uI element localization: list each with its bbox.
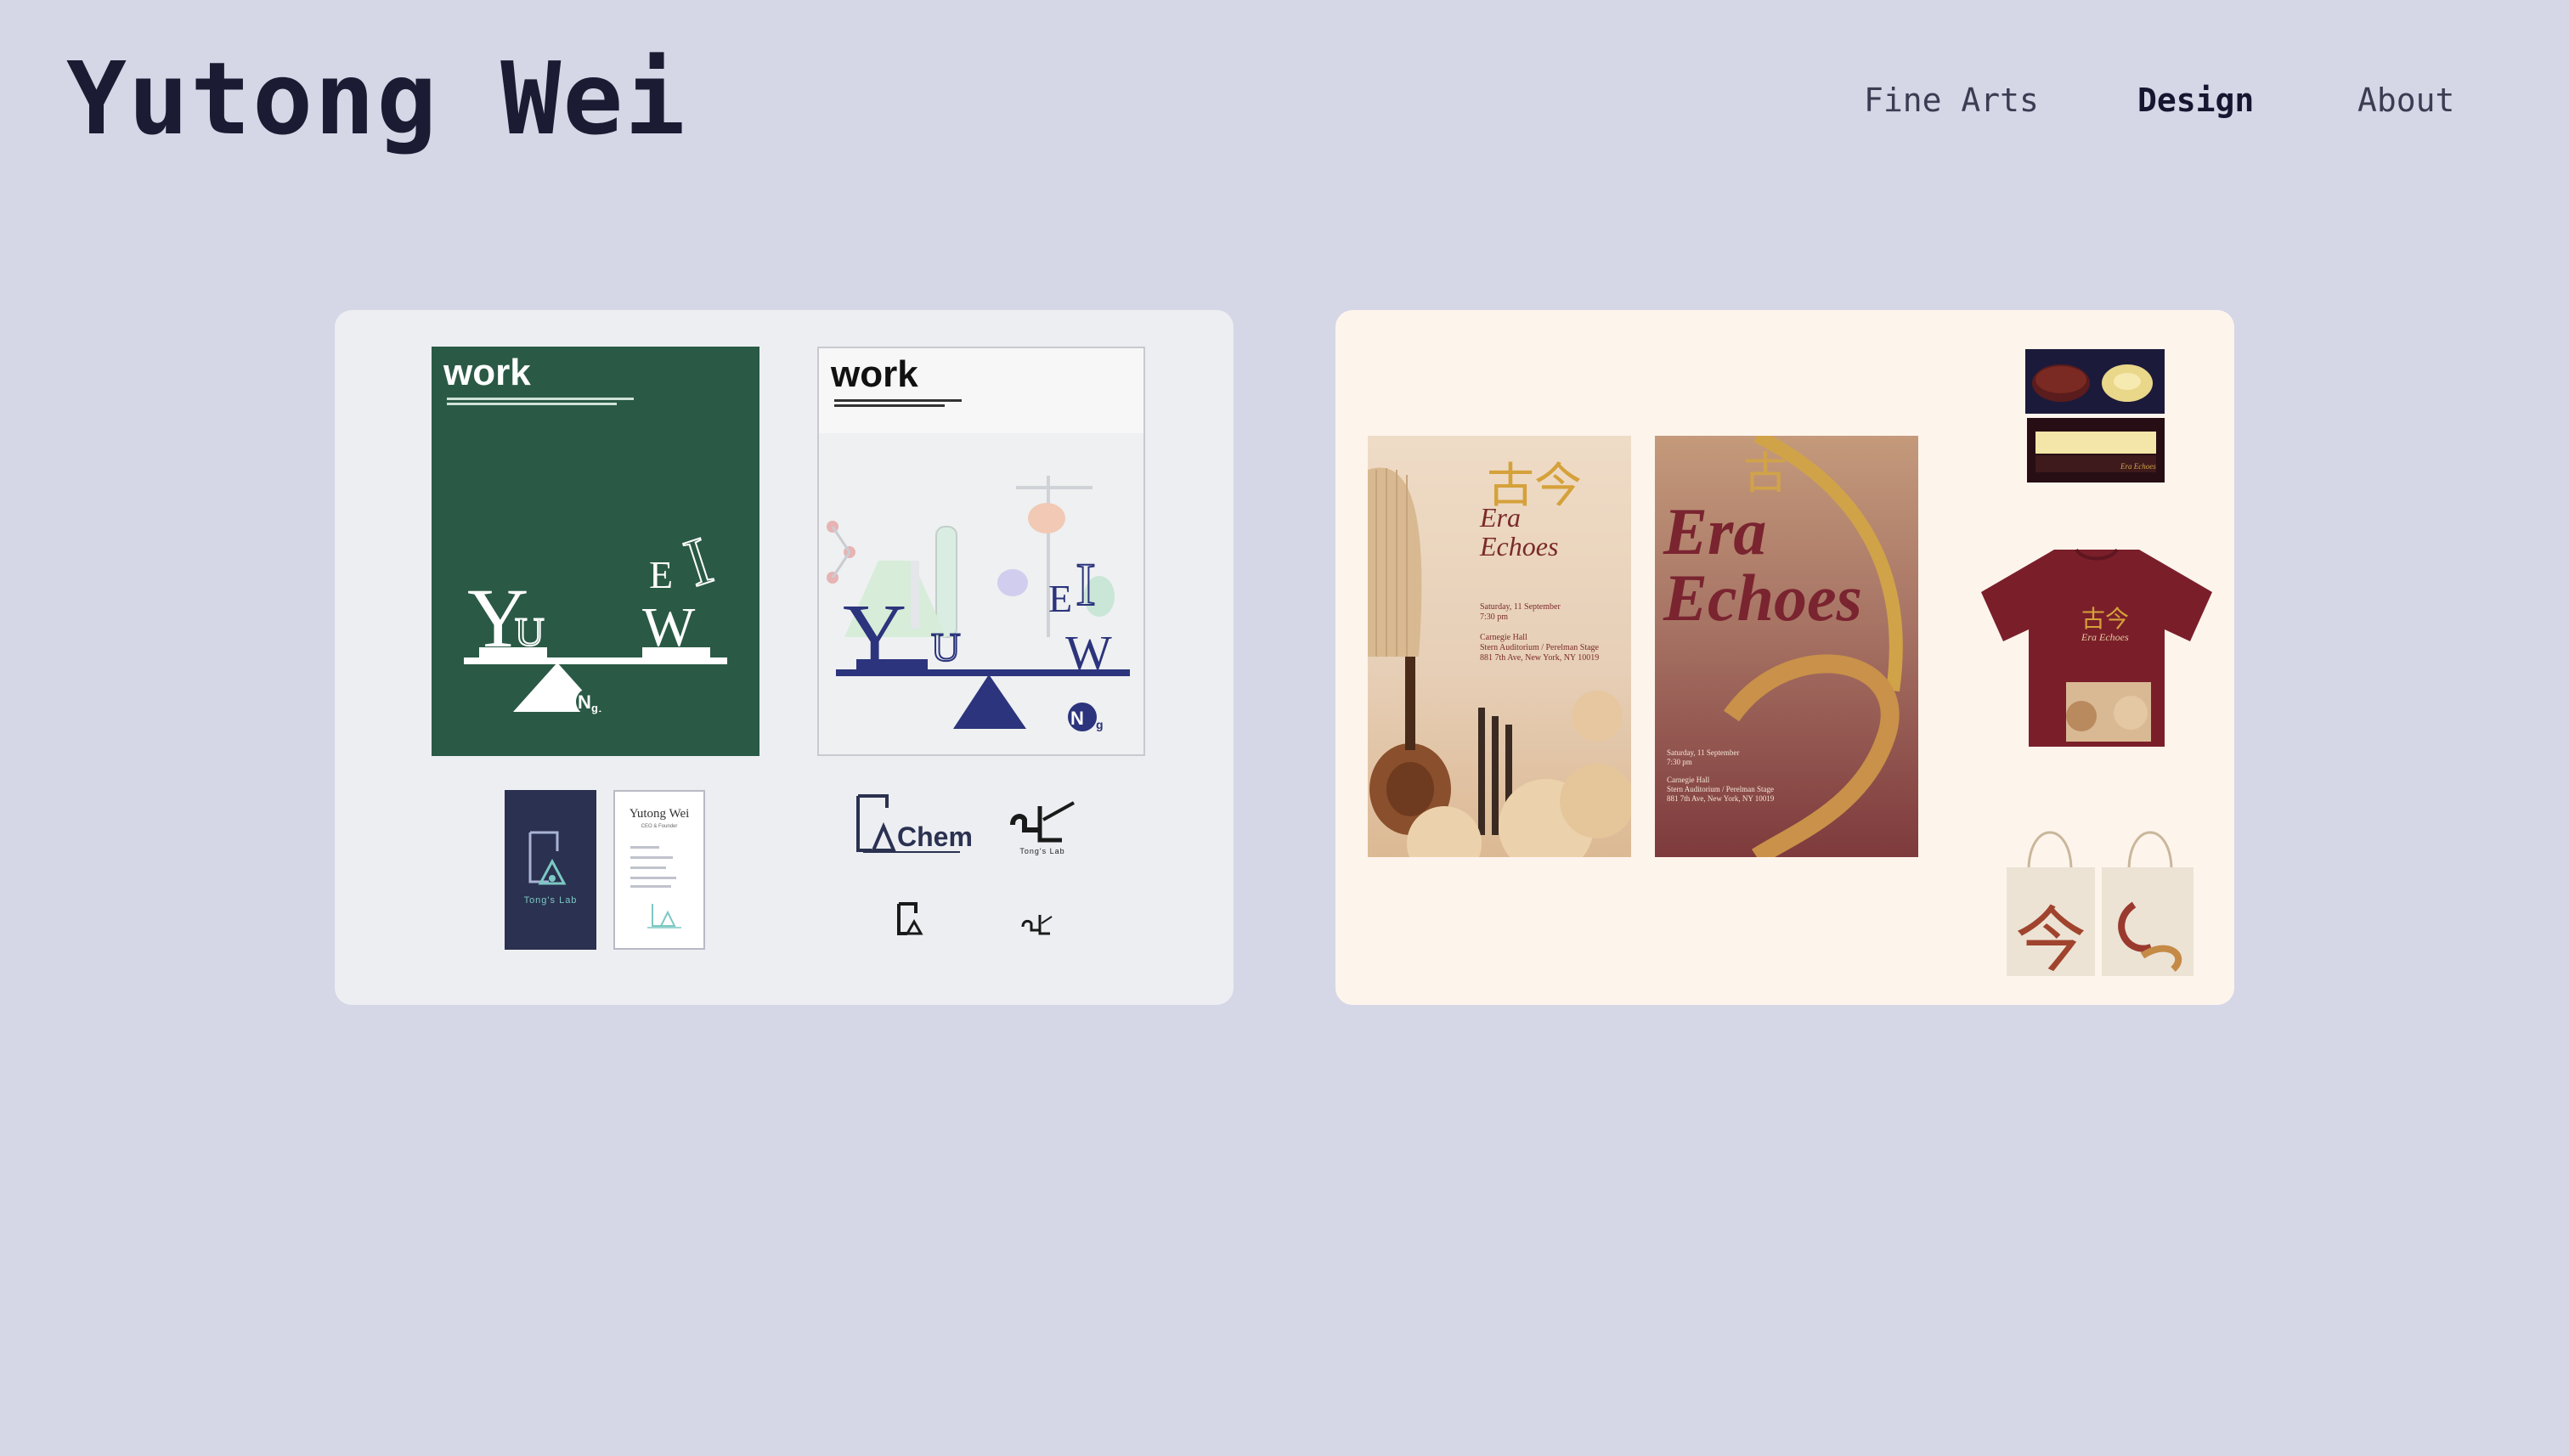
business-card-front[interactable]: Tong's Lab	[505, 790, 596, 950]
letter-e: E	[649, 553, 673, 596]
letter-w: W	[642, 596, 696, 658]
letter-i: I	[1076, 550, 1096, 618]
tote-glyph: 今	[2015, 899, 2087, 982]
poster-venue: Carnegie Hall	[1480, 633, 1527, 642]
letter-i: I	[676, 523, 721, 601]
small-flask-icon[interactable]	[895, 901, 926, 937]
poster-hall: Stern Auditorium / Perelman Stage	[1667, 785, 1774, 793]
magazine-lab-illustration: Y U E I W N g	[819, 433, 1143, 754]
nav-fine-arts[interactable]: Fine Arts	[1864, 82, 2039, 119]
poster-date: Saturday, 11 September	[1480, 602, 1561, 612]
letter-g: g	[591, 702, 598, 714]
main-nav: Fine Arts Design About	[0, 82, 2569, 133]
letter-u: U	[931, 625, 961, 670]
chem-wordmark: Chem	[897, 821, 973, 852]
tote-bags-mockup[interactable]: 今	[2007, 811, 2195, 978]
concert-poster-dark[interactable]: 古 Era Echoes Saturday, 11 September 7:30…	[1655, 436, 1918, 857]
packaging-items-icon	[2032, 364, 2153, 402]
tshirt-chinese-title: 古今	[2081, 605, 2130, 633]
letter-n: N	[578, 691, 591, 713]
monogram-icon	[1010, 801, 1075, 843]
tshirt-shape	[1981, 548, 2212, 747]
letter-e: E	[1048, 577, 1072, 620]
svg-text:Era Echoes: Era Echoes	[2120, 462, 2156, 471]
card-person-name: Yutong Wei	[629, 807, 690, 821]
poster-time: 7:30 pm	[1667, 758, 1692, 766]
letter-y: Y	[843, 586, 906, 684]
packaging-box-open[interactable]	[2025, 349, 2165, 414]
packaging-lid-icon: Era Echoes	[2035, 432, 2156, 472]
lab-flask-logo-icon	[528, 831, 567, 885]
poster-title-line1: Era	[1480, 502, 1521, 533]
letter-w: W	[1065, 625, 1112, 680]
poster-address: 881 7th Ave, New York, NY 10019	[1667, 794, 1775, 803]
magazine-balance-illustration: Y U E I W N g	[464, 522, 727, 715]
poster-date: Saturday, 11 September	[1667, 748, 1740, 757]
small-monogram-icon[interactable]	[1019, 908, 1053, 935]
chem-logo[interactable]: Chem	[853, 791, 973, 859]
letter-u: U	[515, 610, 545, 655]
poster-title-line1: Era	[1663, 494, 1767, 568]
poster-hall: Stern Auditorium / Perelman Stage	[1480, 643, 1599, 652]
magazine-cover-green[interactable]: work Y U E I W N g	[432, 347, 759, 756]
project-card-work-magazine[interactable]: work Y U E I W N g work Y U E I W N g To…	[335, 310, 1234, 1005]
tshirt-subtitle: Era Echoes	[2081, 631, 2129, 643]
monogram-caption: Tong's Lab	[1019, 847, 1065, 855]
packaging-box-closed[interactable]: Era Echoes	[2027, 418, 2165, 483]
letter-n: N	[1070, 708, 1084, 729]
poster-time: 7:30 pm	[1480, 612, 1509, 622]
poster-title-line2: Echoes	[1663, 561, 1862, 635]
project-card-era-echoes[interactable]: 古今 Era Echoes Saturday, 11 September 7:3…	[1335, 310, 2234, 1005]
nav-about[interactable]: About	[2357, 82, 2454, 119]
card-person-role: CEO & Founder	[641, 824, 678, 829]
tongs-lab-monogram[interactable]: Tong's Lab	[1002, 791, 1082, 861]
concert-poster-light[interactable]: 古今 Era Echoes Saturday, 11 September 7:3…	[1368, 436, 1631, 857]
poster-title-line2: Echoes	[1480, 531, 1559, 562]
business-card-back[interactable]: Yutong Wei CEO & Founder	[613, 790, 705, 950]
poster-chinese-title: 古	[1743, 449, 1788, 499]
card-flask-icon	[647, 904, 681, 928]
brand-name: Tong's Lab	[523, 895, 578, 906]
poster-venue: Carnegie Hall	[1667, 776, 1710, 784]
magazine-cover-white[interactable]: work Y U E I W N g	[817, 347, 1145, 756]
nav-design[interactable]: Design	[2137, 82, 2254, 119]
tshirt-mockup[interactable]: 古今 Era Echoes	[1981, 546, 2212, 750]
poster-address: 881 7th Ave, New York, NY 10019	[1480, 653, 1600, 663]
letter-g: g	[1096, 718, 1104, 731]
